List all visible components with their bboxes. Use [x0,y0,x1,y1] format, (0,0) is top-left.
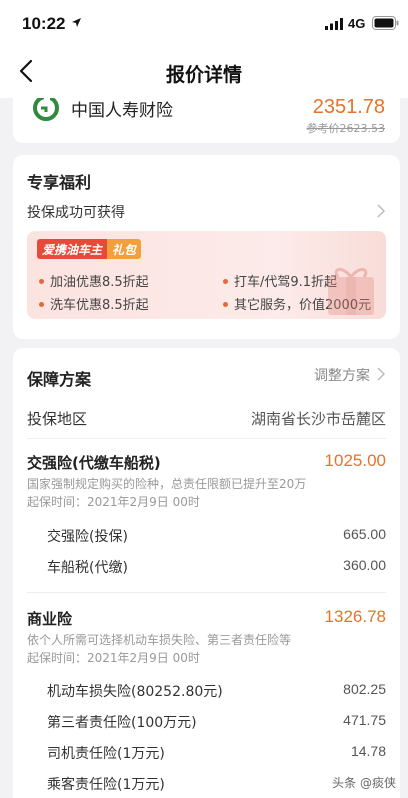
watermark: 头条 @痰侠 [328,773,400,792]
benefits-card: 专享福利 投保成功可获得 爱携油车主 礼包 加油优惠8.5折起 打车/代驾9.1… [13,155,400,339]
third-party-label: 第三者责任险(100万元) [47,715,197,731]
bullet-dot-icon [223,302,228,307]
perk-carwash: 洗车优惠8.5折起 [39,294,149,313]
bullet-dot-icon [39,302,44,307]
gift-tag-main: 爱携油车主 [37,239,108,259]
divider [27,438,386,439]
chevron-right-icon [377,204,386,218]
vehicle-damage-value: 802.25 [343,681,386,697]
gift-package-banner[interactable]: 爱携油车主 礼包 加油优惠8.5折起 打车/代驾9.1折起 洗车优惠8.5折起 … [27,231,386,319]
insurer-total-price: 2351.78 [312,98,385,118]
vehicle-damage-label: 机动车损失险(80252.80元) [47,684,223,700]
insurer-logo [33,98,59,121]
passenger-liability-label: 乘客责任险(1万元) [47,777,165,793]
compulsory-title: 交强险(代缴车船税) [27,454,161,472]
page-title: 报价详情 [165,64,242,86]
battery-icon [372,16,399,30]
compulsory-desc: 国家强制规定购买的险种，总责任限额已提升至20万 [27,477,307,491]
nav-bar: 报价详情 [0,44,408,98]
driver-liability-label: 司机责任险(1万元) [47,746,165,762]
benefits-row[interactable]: 投保成功可获得 [13,199,400,225]
insurer-reference-price: 参考价2623.53 [306,122,386,135]
plan-title: 保障方案 [27,370,92,389]
driver-liability-value: 14.78 [350,743,386,759]
perk-fuel: 加油优惠8.5折起 [39,271,149,290]
compulsory-amount: 1025.00 [324,451,386,470]
coverage-plan-card: 保障方案 调整方案 投保地区 湖南省长沙市岳麓区 交强险(代缴车船税) 1025… [13,348,400,798]
location-arrow-icon [72,18,81,27]
compulsory-item-value: 665.00 [343,526,386,542]
gift-tag-sub: 礼包 [107,239,142,259]
divider [27,592,386,593]
compulsory-start-time: 起保时间：2021年2月9日 00时 [27,495,200,509]
insurer-name: 中国人寿财险 [71,101,173,121]
adjust-plan-label: 调整方案 [314,368,370,384]
compulsory-item-label: 交强险(投保) [47,529,128,545]
region-value: 湖南省长沙市岳麓区 [250,410,386,428]
third-party-value: 471.75 [343,712,386,728]
commercial-start-time: 起保时间：2021年2月9日 00时 [27,651,200,665]
bullet-dot-icon [223,279,228,284]
commercial-amount: 1326.78 [324,607,386,626]
gift-package-tag: 爱携油车主 礼包 [37,239,142,259]
signal-icon [325,18,343,30]
perk-ride: 打车/代驾9.1折起 [223,271,337,290]
commercial-desc: 依个人所需可选择机动车损失险、第三者责任险等 [27,633,292,647]
vehicle-tax-label: 车船税(代缴) [47,560,128,576]
benefits-title: 专享福利 [27,173,92,192]
vehicle-tax-value: 360.00 [343,557,386,573]
status-time: 10:22 [22,14,66,33]
adjust-plan-button[interactable]: 调整方案 [296,362,386,386]
chevron-right-icon [377,367,386,381]
scroll-content[interactable]: 中国人寿财险 2351.78 参考价2623.53 专享福利 投保成功可获得 爱… [0,98,408,798]
gift-box-icon [328,268,374,315]
commercial-title: 商业险 [27,610,73,628]
status-bar: 10:22 4G [0,0,408,44]
region-label: 投保地区 [27,410,88,428]
insurer-card[interactable]: 中国人寿财险 2351.78 参考价2623.53 [13,98,400,143]
network-type: 4G [348,16,366,31]
bullet-dot-icon [39,279,44,284]
benefits-subtitle: 投保成功可获得 [27,205,125,221]
